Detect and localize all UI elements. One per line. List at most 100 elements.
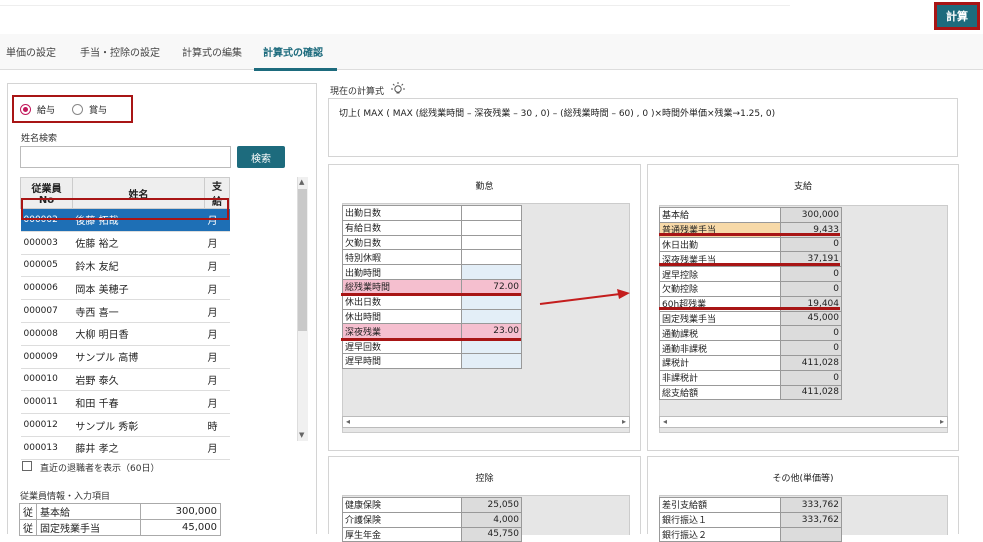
deduction-item-value: 4,000 bbox=[461, 511, 522, 528]
employee-row[interactable]: 000005 鈴木 友紀月 bbox=[20, 254, 230, 278]
pay-type-selector: 給与 賞与 bbox=[12, 95, 133, 123]
attendance-hscroll[interactable]: ◂ ▸ bbox=[342, 416, 630, 428]
other-item-label: 差引支給額 bbox=[658, 497, 782, 513]
attendance-item-value[interactable] bbox=[461, 293, 522, 310]
attendance-item-label: 出勤日数 bbox=[341, 205, 463, 221]
employee-pay-cell: 月 bbox=[204, 299, 230, 323]
attendance-row: 有給日数 bbox=[341, 219, 522, 236]
payment-row: 総支給額 411,028 bbox=[658, 384, 842, 401]
deduction-card: 控除 健康保険 25,050 介護保険 4,000 厚生年金 45,750 bbox=[328, 456, 641, 542]
other-item-value: 333,762 bbox=[780, 511, 842, 528]
attendance-item-value[interactable] bbox=[461, 205, 522, 221]
employee-no-cell: 000009 bbox=[20, 345, 73, 369]
payment-item-value: 45,000 bbox=[780, 310, 842, 327]
payment-row: 基本給 300,000 bbox=[658, 207, 842, 223]
employee-row[interactable]: 000013 藤井 孝之月 bbox=[20, 436, 230, 460]
scroll-up-icon[interactable]: ▲ bbox=[299, 178, 304, 186]
deduction-row: 健康保険 25,050 bbox=[341, 497, 522, 513]
payment-item-value: 0 bbox=[780, 340, 842, 356]
calculate-button[interactable]: 計算 bbox=[934, 2, 980, 30]
employee-pay-cell: 月 bbox=[204, 231, 230, 255]
tab-allowance-deduction[interactable]: 手当・控除の設定 bbox=[80, 44, 160, 59]
scroll-down-icon[interactable]: ▼ bbox=[299, 431, 304, 439]
annotation-underline bbox=[659, 307, 840, 310]
employee-row[interactable]: 000007 寺西 喜一月 bbox=[20, 299, 230, 323]
attendance-row: 特別休暇 bbox=[341, 249, 522, 266]
employee-info-table: 従基本給 300,000 従固定残業手当 45,000 bbox=[19, 503, 221, 536]
other-row: 銀行振込１ 333,762 bbox=[658, 511, 842, 528]
radio-salary[interactable] bbox=[20, 104, 31, 115]
payment-row: 非課税計 0 bbox=[658, 369, 842, 386]
tab-unit-price[interactable]: 単価の設定 bbox=[6, 44, 56, 59]
search-button[interactable]: 検索 bbox=[237, 146, 285, 168]
name-search-input[interactable] bbox=[20, 146, 231, 168]
scrollbar-thumb[interactable] bbox=[298, 189, 307, 331]
employee-row[interactable]: 000011 和田 千春月 bbox=[20, 390, 230, 415]
payment-row: 固定残業手当 45,000 bbox=[658, 310, 842, 327]
payment-item-label: 休日出勤 bbox=[658, 236, 782, 253]
attendance-item-label: 深夜残業 bbox=[341, 323, 463, 340]
retired-checkbox-label: 直近の退職者を表示（60日） bbox=[40, 464, 160, 474]
payment-row: 欠勤控除 0 bbox=[658, 280, 842, 297]
attendance-item-value[interactable] bbox=[461, 249, 522, 266]
employee-no-cell: 000008 bbox=[20, 322, 73, 346]
payment-item-value: 411,028 bbox=[780, 384, 842, 401]
retired-checkbox[interactable] bbox=[22, 461, 32, 471]
radio-salary-label: 給与 bbox=[37, 106, 56, 116]
payment-table: 基本給 300,000 普通残業手当 9,433 休日出勤 0 深夜残業手当 37,191 遅早… bbox=[658, 207, 842, 401]
formula-label: 現在の計算式 bbox=[330, 87, 385, 97]
search-label: 姓名検索 bbox=[21, 134, 58, 144]
employee-no-cell: 000012 bbox=[20, 413, 73, 437]
info-value-cell[interactable]: 300,000 bbox=[140, 503, 221, 520]
scroll-left-icon[interactable]: ◂ bbox=[346, 417, 350, 426]
employee-row[interactable]: 000012 サンプル 秀彰時 bbox=[20, 413, 230, 437]
payment-item-value: 300,000 bbox=[780, 207, 842, 223]
tab-formula-check[interactable]: 計算式の確認 bbox=[263, 44, 323, 59]
employee-row[interactable]: 000006 岡本 美穂子月 bbox=[20, 276, 230, 301]
employee-name-cell: 岩野 泰久 bbox=[72, 368, 205, 392]
employee-row[interactable]: 000008 大柳 明日香月 bbox=[20, 322, 230, 346]
other-card: その他(単価等) 差引支給額 333,762 銀行振込１ 333,762 銀行振込２ bbox=[647, 456, 959, 542]
radio-bonus-label: 賞与 bbox=[89, 106, 108, 116]
attendance-item-label: 遅早時間 bbox=[341, 352, 463, 369]
attendance-row: 欠勤日数 bbox=[341, 234, 522, 251]
employee-name-cell: 寺西 喜一 bbox=[72, 299, 205, 323]
payment-hscroll[interactable]: ◂ ▸ bbox=[659, 416, 948, 428]
tab-bar: 単価の設定 手当・控除の設定 計算式の編集 計算式の確認 bbox=[0, 34, 983, 70]
employee-row[interactable]: 000003 佐藤 裕之月 bbox=[20, 231, 230, 255]
payment-item-label: 通勤課税 bbox=[658, 325, 782, 342]
radio-bonus[interactable] bbox=[72, 104, 83, 115]
employee-name-cell: 大柳 明日香 bbox=[72, 322, 205, 346]
employee-row[interactable]: 000010 岩野 泰久月 bbox=[20, 368, 230, 392]
top-divider bbox=[0, 5, 790, 6]
info-value-cell[interactable]: 45,000 bbox=[140, 519, 221, 536]
payment-item-label: 基本給 bbox=[658, 207, 782, 223]
attendance-item-value[interactable] bbox=[461, 308, 522, 325]
attendance-item-value[interactable]: 23.00 bbox=[461, 323, 522, 340]
employee-pay-cell: 月 bbox=[204, 276, 230, 301]
employee-pay-cell: 月 bbox=[204, 322, 230, 346]
employee-pay-cell: 月 bbox=[204, 390, 230, 415]
info-flag-cell: 従 bbox=[19, 503, 37, 520]
scroll-left-icon[interactable]: ◂ bbox=[663, 417, 667, 426]
attendance-item-value[interactable] bbox=[461, 352, 522, 369]
scroll-right-icon[interactable]: ▸ bbox=[940, 417, 944, 426]
attendance-item-value[interactable] bbox=[461, 234, 522, 251]
attendance-item-value[interactable] bbox=[461, 264, 522, 280]
tab-formula-edit[interactable]: 計算式の編集 bbox=[182, 44, 242, 59]
payment-item-value: 0 bbox=[780, 280, 842, 297]
employee-pay-cell: 月 bbox=[204, 345, 230, 369]
payment-item-label: 欠勤控除 bbox=[658, 280, 782, 297]
deduction-item-label: 介護保険 bbox=[341, 511, 463, 528]
employee-pay-cell: 月 bbox=[204, 436, 230, 460]
payment-item-label: 課税計 bbox=[658, 354, 782, 371]
employee-info-label: 従業員情報・入力項目 bbox=[20, 492, 111, 502]
info-row: 従固定残業手当 45,000 bbox=[19, 519, 221, 536]
employee-row[interactable]: 000009 サンプル 高博月 bbox=[20, 345, 230, 369]
employee-name-cell: サンプル 秀彰 bbox=[72, 413, 205, 437]
attendance-item-value[interactable] bbox=[461, 219, 522, 236]
info-flag-cell: 従 bbox=[19, 519, 37, 536]
deduction-item-value: 25,050 bbox=[461, 497, 522, 513]
payment-row: 通勤非課税 0 bbox=[658, 340, 842, 356]
scroll-right-icon[interactable]: ▸ bbox=[622, 417, 626, 426]
